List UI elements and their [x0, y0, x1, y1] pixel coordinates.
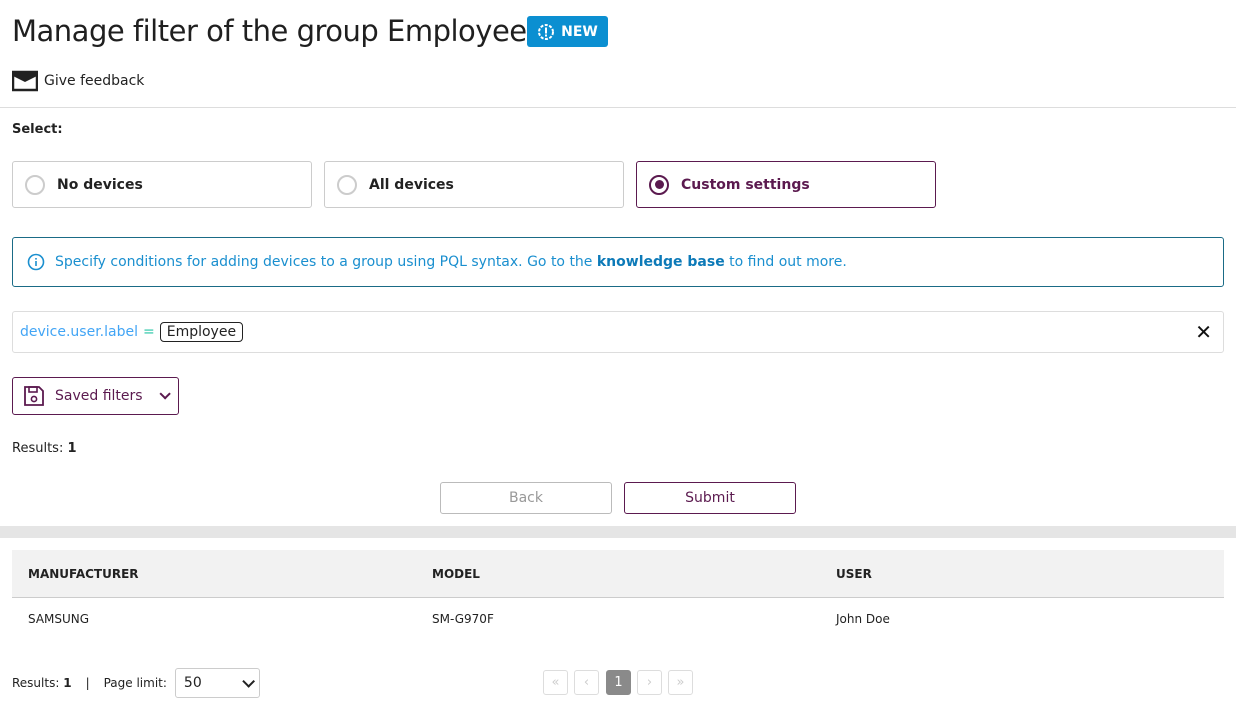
- cell-user: John Doe: [836, 612, 890, 626]
- page-limit-select[interactable]: 50: [174, 668, 260, 698]
- chevron-down-icon: [159, 388, 171, 400]
- table-footer: Results: 1 | Page limit: 50: [12, 668, 260, 698]
- page-title: Manage filter of the group Employee: [12, 14, 527, 48]
- footer-results: Results: 1: [12, 676, 72, 690]
- footer-separator: |: [85, 676, 90, 690]
- first-page-button[interactable]: «: [543, 670, 568, 695]
- back-button[interactable]: Back: [440, 482, 612, 514]
- clear-query-icon[interactable]: ✕: [1195, 320, 1212, 344]
- radio-circle-icon: [25, 174, 45, 195]
- info-banner: Specify conditions for adding devices to…: [12, 237, 1224, 287]
- floppy-disk-icon: [24, 386, 44, 406]
- results-count: Results: 1: [12, 441, 77, 456]
- divider: [0, 107, 1236, 108]
- select-label: Select:: [12, 122, 63, 137]
- submit-button[interactable]: Submit: [624, 482, 796, 514]
- saved-filters-dropdown[interactable]: Saved filters: [12, 377, 179, 415]
- radio-label: All devices: [369, 176, 454, 193]
- cell-model: SM-G970F: [432, 612, 494, 626]
- last-page-button[interactable]: »: [668, 670, 693, 695]
- new-badge: NEW: [527, 16, 608, 47]
- alert-badge-icon: [538, 23, 555, 40]
- column-header-user[interactable]: USER: [836, 550, 872, 597]
- cell-manufacturer: SAMSUNG: [28, 612, 90, 626]
- prev-page-button[interactable]: ‹: [574, 670, 599, 695]
- give-feedback-label: Give feedback: [44, 73, 145, 89]
- radio-label: No devices: [57, 176, 143, 193]
- info-text: Specify conditions for adding devices to…: [55, 254, 597, 270]
- query-key: device.user.label: [20, 324, 138, 340]
- page-limit-value: 50: [183, 675, 202, 691]
- next-page-button[interactable]: ›: [637, 670, 662, 695]
- info-text-end: to find out more.: [724, 254, 847, 270]
- query-value-chip: Employee: [159, 322, 244, 342]
- column-header-manufacturer[interactable]: MANUFACTURER: [28, 550, 139, 597]
- page-limit-label: Page limit:: [103, 676, 167, 690]
- table-header: MANUFACTURER MODEL USER: [12, 550, 1224, 598]
- knowledge-base-link[interactable]: knowledge base: [597, 254, 725, 270]
- radio-checked-icon: [649, 174, 669, 195]
- section-divider: [0, 526, 1236, 538]
- envelope-icon: [12, 70, 38, 92]
- give-feedback-link[interactable]: Give feedback: [12, 70, 144, 92]
- pql-query-input[interactable]: device.user.label = Employee: [12, 311, 1224, 353]
- new-badge-label: NEW: [561, 23, 598, 40]
- table-row[interactable]: SAMSUNG SM-G970F John Doe: [12, 599, 1224, 639]
- current-page-button[interactable]: 1: [606, 670, 631, 695]
- radio-circle-icon: [337, 174, 357, 195]
- chevron-down-icon: [242, 674, 255, 688]
- info-icon: [27, 253, 45, 271]
- column-header-model[interactable]: MODEL: [432, 550, 480, 597]
- radio-custom-settings[interactable]: Custom settings: [636, 161, 936, 208]
- query-operator: =: [143, 324, 155, 340]
- radio-no-devices[interactable]: No devices: [12, 161, 312, 208]
- saved-filters-label: Saved filters: [55, 388, 143, 404]
- radio-all-devices[interactable]: All devices: [324, 161, 624, 208]
- radio-label: Custom settings: [681, 176, 810, 193]
